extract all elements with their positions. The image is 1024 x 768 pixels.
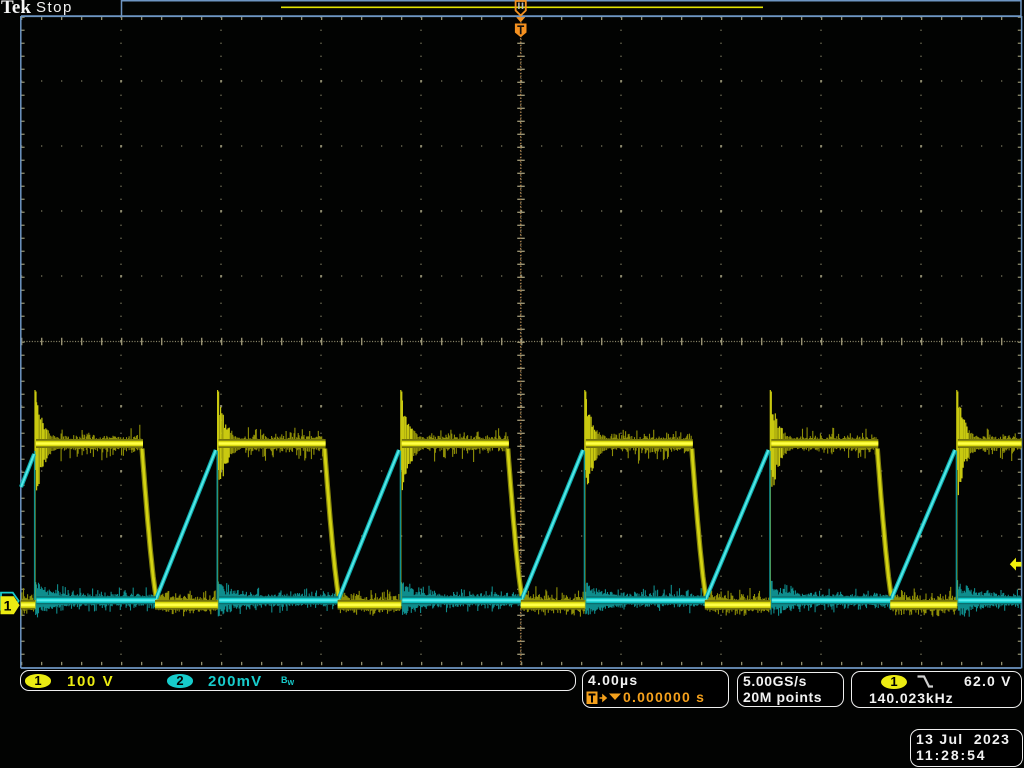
svg-text:1: 1 <box>4 597 12 613</box>
